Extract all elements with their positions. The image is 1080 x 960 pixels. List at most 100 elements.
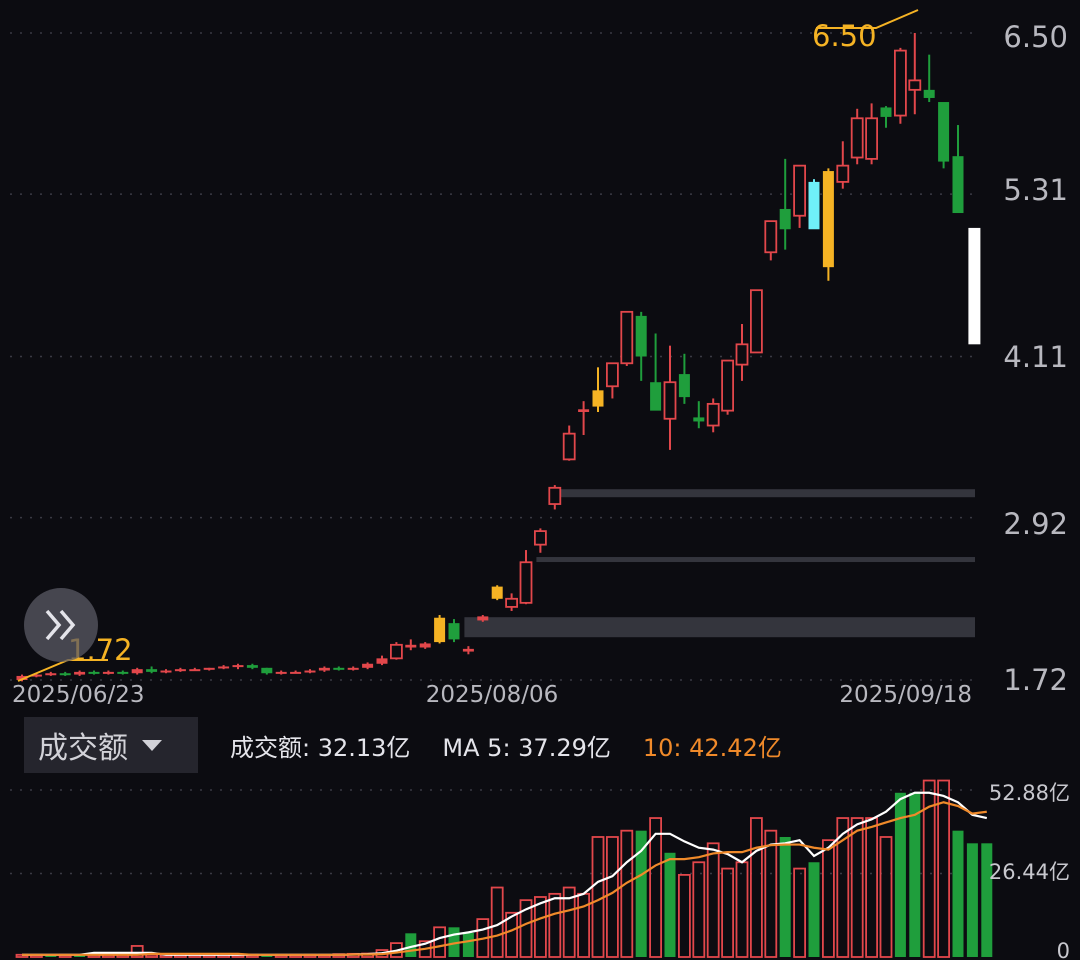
candle[interactable] [592,367,604,412]
volume-bar[interactable] [909,792,921,957]
candle-body [146,669,158,672]
candle[interactable] [735,324,749,381]
volume-bar[interactable] [735,861,749,958]
candle[interactable] [261,667,273,675]
candle[interactable] [548,485,562,510]
volume-bar[interactable] [764,829,778,958]
volume-bar[interactable] [850,817,864,958]
volume-bar[interactable] [779,836,791,957]
candle[interactable] [908,33,922,115]
candle[interactable] [606,362,619,399]
candle-body [894,49,907,117]
candle-body [376,658,388,664]
candle[interactable] [59,671,71,676]
candle[interactable] [678,353,690,404]
candle[interactable] [620,310,634,366]
volume-bar[interactable] [937,779,950,958]
candle[interactable] [779,158,791,250]
volume-bar[interactable] [808,862,820,957]
candle[interactable] [952,125,964,214]
volume-bar[interactable] [678,873,691,958]
candle[interactable] [808,179,820,230]
volume-bar[interactable] [548,892,562,958]
volume-bar[interactable] [952,830,964,957]
candle[interactable] [764,220,778,261]
support-bands [464,489,975,638]
candle[interactable] [706,398,720,433]
candle[interactable] [434,615,446,644]
candle[interactable] [663,345,677,450]
candle[interactable] [635,311,647,381]
ma-line-0 [22,791,988,956]
candle[interactable] [88,670,100,675]
candle[interactable] [923,54,935,103]
candle[interactable] [362,662,374,670]
candle[interactable] [304,669,316,674]
volume-bar[interactable] [966,843,978,957]
volume-bar[interactable] [433,926,447,958]
candle[interactable] [534,528,547,553]
volume-bar[interactable] [822,839,835,958]
candle[interactable] [519,550,533,605]
volume-bars[interactable] [15,779,993,958]
candle[interactable] [160,669,172,674]
candle[interactable] [102,670,114,675]
expand-button[interactable] [24,588,98,662]
candle[interactable] [562,425,576,461]
candle[interactable] [203,667,215,671]
volume-bar[interactable] [750,817,763,958]
candle[interactable] [650,333,662,411]
candle[interactable] [189,667,201,672]
candle[interactable] [850,108,864,165]
volume-bar[interactable] [692,861,706,958]
candle[interactable] [462,646,474,655]
candle[interactable] [333,666,345,671]
volume-bar[interactable] [606,836,619,958]
candle[interactable] [218,665,230,670]
candle[interactable] [232,663,244,670]
candle[interactable] [74,670,86,676]
candle-body [650,382,662,411]
candle-current[interactable] [968,227,981,345]
candle[interactable] [419,642,431,649]
candle[interactable] [693,401,705,429]
candle[interactable] [131,667,143,675]
volume-bar[interactable] [865,817,878,958]
candle[interactable] [505,593,519,611]
price-chart[interactable]: 6.50 5.31 4.11 2.92 1.72 2025/06/23 2025… [0,0,1080,712]
candle[interactable] [389,642,403,660]
volume-bar[interactable] [664,852,676,957]
candle[interactable] [721,359,734,415]
candle[interactable] [376,655,388,666]
candle[interactable] [491,585,503,601]
candle[interactable] [117,670,129,675]
indicator-selector[interactable]: 成交额 [24,717,198,773]
candle[interactable] [448,619,460,643]
volume-bar[interactable] [721,867,734,958]
candle[interactable] [290,670,302,674]
candle[interactable] [347,666,359,671]
volume-bar[interactable] [462,932,474,957]
candle[interactable] [174,667,186,672]
candle[interactable] [750,289,763,354]
candle[interactable] [880,106,892,128]
volume-bar[interactable] [879,836,893,958]
candle[interactable] [318,666,330,672]
volume-bar[interactable] [620,829,634,958]
candle[interactable] [405,639,417,651]
candle[interactable] [246,663,258,670]
candle[interactable] [275,670,287,675]
volume-chart[interactable]: 52.88亿 26.44亿 0 [0,770,1080,960]
volume-bar[interactable] [793,867,806,958]
candle[interactable] [822,168,834,281]
candle[interactable] [865,103,878,165]
volume-bar[interactable] [577,892,590,958]
candle[interactable] [938,102,950,169]
candle[interactable] [836,141,850,189]
candle[interactable] [45,671,57,676]
candle[interactable] [894,47,907,124]
candle[interactable] [793,164,806,228]
candle[interactable] [578,401,590,436]
volume-bar[interactable] [706,842,720,958]
candle[interactable] [146,666,158,674]
